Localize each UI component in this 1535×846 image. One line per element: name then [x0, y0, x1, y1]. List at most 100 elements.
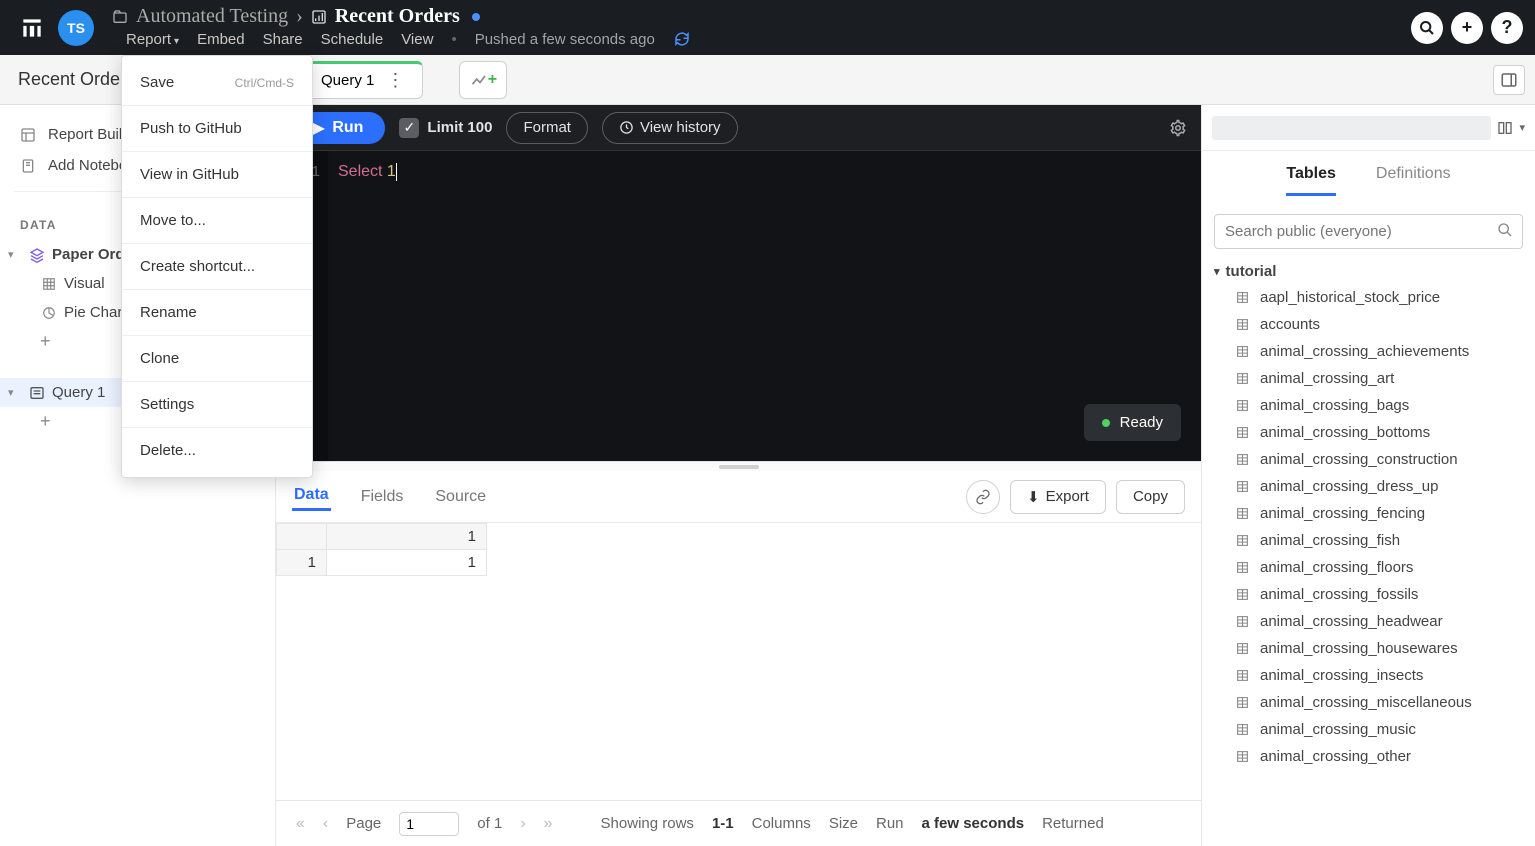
- chevron-down-icon[interactable]: ▾: [1519, 121, 1525, 134]
- table-row[interactable]: animal_crossing_achievements: [1214, 338, 1523, 365]
- panel-tab-tables[interactable]: Tables: [1286, 165, 1336, 196]
- panel-top: ▾: [1202, 105, 1535, 151]
- dd-move[interactable]: Move to...: [122, 202, 312, 239]
- toggle-right-panel[interactable]: [1493, 65, 1525, 95]
- avatar[interactable]: TS: [58, 10, 94, 46]
- table-name: animal_crossing_miscellaneous: [1260, 694, 1472, 711]
- table-name: animal_crossing_housewares: [1260, 640, 1458, 657]
- col-header[interactable]: 1: [327, 524, 487, 550]
- table-row[interactable]: aapl_historical_stock_price: [1214, 284, 1523, 311]
- dd-delete[interactable]: Delete...: [122, 432, 312, 469]
- schema-search: [1214, 214, 1523, 249]
- tab-label: Query 1: [321, 72, 374, 89]
- breadcrumb-parent[interactable]: Automated Testing: [136, 5, 288, 28]
- page-of: of 1: [477, 815, 502, 832]
- row-range: 1-1: [712, 815, 734, 832]
- panel-tab-definitions[interactable]: Definitions: [1376, 165, 1451, 196]
- table-row[interactable]: animal_crossing_floors: [1214, 554, 1523, 581]
- dd-push-github[interactable]: Push to GitHub: [122, 110, 312, 147]
- dd-clone[interactable]: Clone: [122, 340, 312, 377]
- link-button[interactable]: [966, 480, 1000, 514]
- unsaved-dot-icon: [472, 13, 480, 21]
- table-row[interactable]: animal_crossing_fossils: [1214, 581, 1523, 608]
- results-tab-source[interactable]: Source: [433, 484, 488, 510]
- table-row[interactable]: animal_crossing_bottoms: [1214, 419, 1523, 446]
- table-icon: [1236, 291, 1252, 304]
- tree-label: Pie Chart: [64, 304, 127, 321]
- copy-button[interactable]: Copy: [1116, 480, 1185, 514]
- chevron-down-icon[interactable]: ▾: [1214, 265, 1220, 278]
- menu-schedule[interactable]: Schedule: [321, 31, 384, 48]
- dd-settings[interactable]: Settings: [122, 386, 312, 423]
- page-input[interactable]: [399, 812, 459, 836]
- export-button[interactable]: ⬇Export: [1010, 480, 1106, 514]
- dd-view-github[interactable]: View in GitHub: [122, 156, 312, 193]
- table-name: animal_crossing_fencing: [1260, 505, 1425, 522]
- page-last[interactable]: »: [544, 815, 553, 833]
- format-button[interactable]: Format: [506, 112, 588, 144]
- table-name: animal_crossing_fossils: [1260, 586, 1418, 603]
- table-row[interactable]: animal_crossing_fish: [1214, 527, 1523, 554]
- table-row[interactable]: animal_crossing_art: [1214, 365, 1523, 392]
- table-row[interactable]: animal_crossing_music: [1214, 716, 1523, 743]
- table-icon: [1236, 723, 1252, 736]
- menu-report[interactable]: Report▾: [126, 31, 179, 48]
- dd-rename[interactable]: Rename: [122, 294, 312, 331]
- menu-share[interactable]: Share: [263, 31, 303, 48]
- search-button[interactable]: [1411, 12, 1443, 44]
- page-next[interactable]: ›: [520, 815, 525, 833]
- chevron-down-icon[interactable]: ▾: [8, 386, 22, 399]
- table-row[interactable]: animal_crossing_housewares: [1214, 635, 1523, 662]
- download-icon: ⬇: [1027, 488, 1040, 506]
- table-row[interactable]: animal_crossing_fencing: [1214, 500, 1523, 527]
- table-row[interactable]: animal_crossing_miscellaneous: [1214, 689, 1523, 716]
- menu-embed[interactable]: Embed: [197, 31, 245, 48]
- table-row[interactable]: animal_crossing_other: [1214, 743, 1523, 770]
- limit-checkbox[interactable]: ✓ Limit 100: [399, 118, 492, 138]
- search-input[interactable]: [1214, 214, 1523, 249]
- table-name: animal_crossing_bottoms: [1260, 424, 1430, 441]
- dd-save[interactable]: SaveCtrl/Cmd-S: [122, 64, 312, 101]
- page-prev[interactable]: ‹: [323, 815, 328, 833]
- page-first[interactable]: «: [296, 815, 305, 833]
- table-icon: [1236, 426, 1252, 439]
- limit-label: Limit 100: [427, 119, 492, 136]
- size-label: Size: [829, 815, 858, 832]
- kebab-icon[interactable]: ⋮: [382, 70, 408, 91]
- table-icon: [1236, 534, 1252, 547]
- table-row[interactable]: animal_crossing_bags: [1214, 392, 1523, 419]
- table-row[interactable]: animal_crossing_insects: [1214, 662, 1523, 689]
- results-tab-fields[interactable]: Fields: [359, 484, 406, 510]
- history-button[interactable]: View history: [602, 112, 738, 144]
- gear-icon[interactable]: [1169, 119, 1187, 137]
- app-header: TS Automated Testing › Recent Orders Rep…: [0, 0, 1535, 55]
- resize-handle[interactable]: [276, 461, 1201, 471]
- table-name: animal_crossing_insects: [1260, 667, 1423, 684]
- sync-icon[interactable]: [673, 30, 691, 48]
- code-editor[interactable]: 1 Select 1 Ready: [276, 151, 1201, 461]
- cell[interactable]: 1: [327, 550, 487, 576]
- table-row[interactable]: animal_crossing_construction: [1214, 446, 1523, 473]
- add-chart-button[interactable]: +: [459, 61, 507, 99]
- help-button[interactable]: ?: [1491, 12, 1523, 44]
- row-header[interactable]: 1: [277, 550, 327, 576]
- table-name: animal_crossing_achievements: [1260, 343, 1469, 360]
- status-dot-icon: [1102, 419, 1110, 427]
- table-icon: [1236, 480, 1252, 493]
- menu-view[interactable]: View: [401, 31, 433, 48]
- table-row[interactable]: animal_crossing_headwear: [1214, 608, 1523, 635]
- layout-icon[interactable]: [1497, 120, 1513, 136]
- dd-shortcut[interactable]: Create shortcut...: [122, 248, 312, 285]
- separator: •: [451, 31, 456, 48]
- breadcrumb-current[interactable]: Recent Orders: [335, 5, 460, 28]
- layout-icon: [20, 127, 38, 143]
- results-tab-data[interactable]: Data: [292, 482, 331, 511]
- table-row[interactable]: animal_crossing_dress_up: [1214, 473, 1523, 500]
- results-grid[interactable]: 1 11: [276, 523, 1201, 800]
- table-name: accounts: [1260, 316, 1320, 333]
- app-logo[interactable]: [12, 8, 52, 48]
- add-button[interactable]: +: [1451, 12, 1483, 44]
- table-row[interactable]: accounts: [1214, 311, 1523, 338]
- chevron-down-icon[interactable]: ▾: [8, 248, 22, 261]
- database-node[interactable]: ▾tutorial: [1214, 259, 1523, 284]
